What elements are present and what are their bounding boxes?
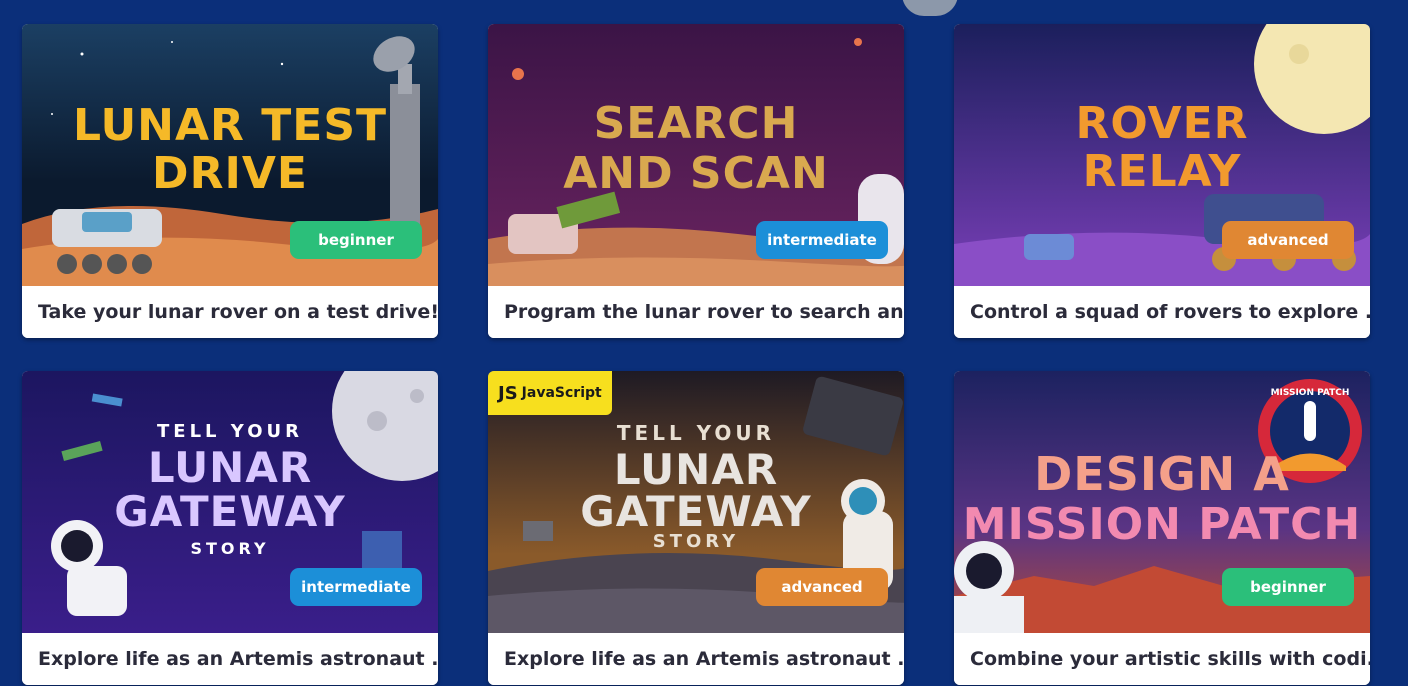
mission-patch-label: MISSION PATCH <box>1270 388 1350 398</box>
difficulty-badge: beginner <box>1222 568 1354 606</box>
art-title-line-2: DRIVE <box>152 148 308 199</box>
art-title-line-1: ROVER <box>1075 98 1249 149</box>
card-caption: Control a squad of rovers to explore ... <box>954 286 1370 338</box>
card-thumbnail: TELL YOUR LUNAR GATEWAY STORY intermedia… <box>22 371 438 633</box>
card-thumbnail: SEARCH AND SCAN intermediate <box>488 24 904 286</box>
activity-grid: LUNAR TEST DRIVE beginner Take your luna… <box>0 0 1408 686</box>
art-title-line-1: TELL YOUR <box>616 421 776 445</box>
activity-card-lunar-test-drive[interactable]: LUNAR TEST DRIVE beginner Take your luna… <box>22 24 438 338</box>
art-title-line-2: AND SCAN <box>563 148 829 199</box>
card-thumbnail: ROVER RELAY advanced <box>954 24 1370 286</box>
top-edge-decoration <box>902 0 958 16</box>
activity-card-rover-relay[interactable]: ROVER RELAY advanced Control a squad of … <box>954 24 1370 338</box>
art-title-line-2: LUNAR <box>147 443 313 492</box>
card-caption: Program the lunar rover to search an... <box>488 286 904 338</box>
activity-card-design-mission-patch[interactable]: DESIGN A MISSION PATCH MISSION PATCH beg… <box>954 371 1370 685</box>
card-caption: Combine your artistic skills with codi..… <box>954 633 1370 685</box>
language-badge: JS JavaScript <box>488 371 612 415</box>
difficulty-badge: advanced <box>1222 221 1354 259</box>
art-title-line-2: MISSION PATCH <box>962 499 1362 550</box>
card-thumbnail: DESIGN A MISSION PATCH MISSION PATCH beg… <box>954 371 1370 633</box>
art-title-line-2: LUNAR <box>613 445 779 494</box>
art-title-line-1: TELL YOUR <box>157 421 303 442</box>
difficulty-badge: intermediate <box>290 568 422 606</box>
art-title-line-3: GATEWAY <box>580 487 812 536</box>
art-title-line-3: GATEWAY <box>114 487 346 536</box>
card-caption: Explore life as an Artemis astronaut ... <box>488 633 904 685</box>
card-caption: Take your lunar rover on a test drive! <box>22 286 438 338</box>
card-thumbnail: TELL YOUR LUNAR GATEWAY STORY JS JavaScr… <box>488 371 904 633</box>
art-title-line-2: RELAY <box>1082 146 1242 197</box>
art-title-line-1: DESIGN A <box>1034 447 1290 501</box>
difficulty-badge: intermediate <box>756 221 888 259</box>
art-title-line-4: STORY <box>652 531 740 552</box>
art-title-line-1: SEARCH <box>593 98 799 149</box>
difficulty-badge: advanced <box>756 568 888 606</box>
card-caption: Explore life as an Artemis astronaut ... <box>22 633 438 685</box>
art-title-line-4: STORY <box>190 539 270 558</box>
javascript-icon: JS <box>498 382 518 404</box>
activity-card-lunar-gateway-story-javascript[interactable]: TELL YOUR LUNAR GATEWAY STORY JS JavaScr… <box>488 371 904 685</box>
card-thumbnail: LUNAR TEST DRIVE beginner <box>22 24 438 286</box>
language-label: JavaScript <box>521 385 602 401</box>
activity-card-search-and-scan[interactable]: SEARCH AND SCAN intermediate Program the… <box>488 24 904 338</box>
activity-card-lunar-gateway-story[interactable]: TELL YOUR LUNAR GATEWAY STORY intermedia… <box>22 371 438 685</box>
difficulty-badge: beginner <box>290 221 422 259</box>
art-title-line-1: LUNAR TEST <box>72 100 388 151</box>
